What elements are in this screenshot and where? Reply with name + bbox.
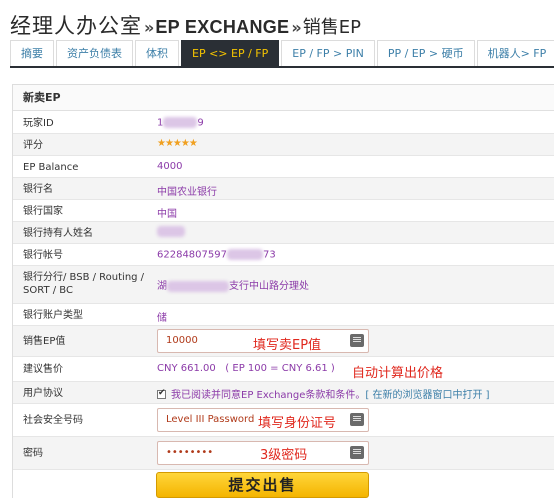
header-separator: » bbox=[144, 18, 155, 37]
keypad-icon[interactable] bbox=[350, 413, 364, 426]
agreement-checkbox[interactable] bbox=[157, 388, 166, 399]
tab-summary[interactable]: 摘要 bbox=[10, 40, 54, 66]
value-bank-country: 中国 bbox=[157, 209, 177, 220]
label-ep-balance: EP Balance bbox=[23, 162, 79, 173]
agreement-text: 我已阅读并同意EP Exchange条款和条件。 bbox=[171, 390, 366, 401]
label-rating: 评分 bbox=[23, 140, 43, 151]
label-bank-name: 银行名 bbox=[23, 184, 53, 195]
open-new-window-link[interactable]: [ 在新的浏览器窗口中打开 ] bbox=[365, 390, 489, 401]
annotation-sell-ep: 填写卖EP值 bbox=[253, 338, 322, 353]
password-value: •••••••• bbox=[166, 447, 214, 458]
keypad-icon[interactable] bbox=[350, 334, 364, 347]
row-player-id: 玩家ID 19 bbox=[13, 112, 554, 134]
row-holder-name: 银行持有人姓名 bbox=[13, 222, 554, 244]
page-title: 经理人办公室 » EP EXCHANGE » 销售EP bbox=[10, 10, 361, 40]
tab-pp-coin[interactable]: PP / EP > 硬币 bbox=[376, 40, 475, 66]
label-agreement: 用户协议 bbox=[23, 388, 63, 399]
header-separator: » bbox=[291, 18, 302, 37]
value-account-type: 储 bbox=[157, 313, 167, 324]
value-ep-balance: 4000 bbox=[157, 161, 183, 172]
header-section: EP EXCHANGE bbox=[155, 17, 290, 37]
row-account-type: 银行账户类型 储 bbox=[13, 304, 554, 326]
value-account-no: 62284807597 73 bbox=[157, 249, 276, 261]
label-ssn: 社会安全号码 bbox=[23, 415, 83, 426]
keypad-icon[interactable] bbox=[350, 446, 364, 459]
label-account-no: 银行帐号 bbox=[23, 250, 63, 261]
tab-bar: 摘要 资产负债表 体积 EP <> EP / FP EP / FP > PIN … bbox=[10, 40, 554, 68]
value-player-id: 19 bbox=[157, 117, 204, 129]
annotation-price: 自动计算出价格 bbox=[352, 366, 444, 381]
annotation-ssn: 填写身份证号 bbox=[258, 416, 337, 431]
label-player-id: 玩家ID bbox=[23, 118, 54, 129]
tab-ep-fp[interactable]: EP <> EP / FP bbox=[181, 40, 280, 68]
label-sell-ep: 销售EP值 bbox=[23, 336, 66, 347]
value-bank-name: 中国农业银行 bbox=[157, 187, 217, 198]
row-branch: 银行分行/ BSB / Routing / SORT / BC 湖支行中山路分理… bbox=[13, 266, 554, 304]
sell-ep-panel: 新卖EP 玩家ID 19 评分 ★★★★★ EP Balance 4000 银行… bbox=[12, 84, 554, 498]
row-rating: 评分 ★★★★★ bbox=[13, 134, 554, 156]
label-suggested-price: 建议售价 bbox=[23, 364, 63, 375]
submit-sell-button[interactable]: 提交出售 bbox=[156, 472, 369, 498]
row-account-no: 银行帐号 62284807597 73 bbox=[13, 244, 554, 266]
tab-ep-pin[interactable]: EP / FP > PIN bbox=[281, 40, 375, 66]
panel-title: 新卖EP bbox=[13, 85, 554, 111]
row-bank-name: 银行名 中国农业银行 bbox=[13, 178, 554, 200]
label-bank-country: 银行国家 bbox=[23, 206, 63, 217]
row-bank-country: 银行国家 中国 bbox=[13, 200, 554, 222]
annotation-password: 3级密码 bbox=[260, 448, 308, 463]
row-agreement: 用户协议 我已阅读并同意EP Exchange条款和条件。[ 在新的浏览器窗口中… bbox=[13, 382, 554, 404]
ssn-placeholder: Level III Password bbox=[166, 414, 255, 425]
header-main: 经理人办公室 bbox=[10, 14, 142, 38]
tab-volume[interactable]: 体积 bbox=[135, 40, 179, 66]
label-password: 密码 bbox=[23, 448, 43, 459]
label-branch: 银行分行/ BSB / Routing / SORT / BC bbox=[23, 272, 145, 296]
label-holder-name: 银行持有人姓名 bbox=[23, 228, 93, 239]
agreement-line: 我已阅读并同意EP Exchange条款和条件。[ 在新的浏览器窗口中打开 ] bbox=[157, 386, 490, 401]
tab-balance-sheet[interactable]: 资产负债表 bbox=[56, 40, 133, 66]
tab-robot-fp[interactable]: 机器人> FP bbox=[476, 40, 554, 66]
row-ep-balance: EP Balance 4000 bbox=[13, 156, 554, 178]
label-account-type: 银行账户类型 bbox=[23, 310, 83, 321]
value-holder-name bbox=[157, 226, 185, 238]
sell-ep-value: 10000 bbox=[166, 335, 198, 346]
row-suggested-price: 建议售价 CNY 661.00 ( EP 100 = CNY 6.61 ) bbox=[13, 357, 554, 382]
suggested-price-value: CNY 661.00 ( EP 100 = CNY 6.61 ) bbox=[157, 363, 335, 374]
header-sub: 销售EP bbox=[302, 17, 361, 38]
value-branch: 湖支行中山路分理处 bbox=[157, 280, 309, 292]
rating-stars: ★★★★★ bbox=[157, 138, 198, 149]
